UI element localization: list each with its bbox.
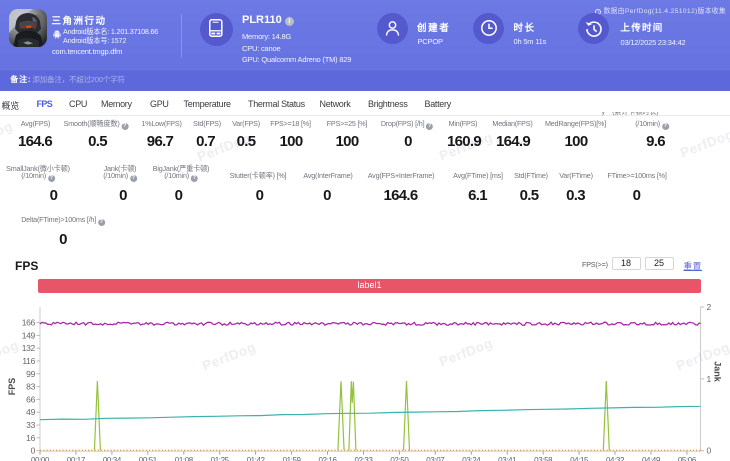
- svg-text:00:34: 00:34: [103, 456, 122, 461]
- svg-text:04:32: 04:32: [606, 456, 625, 461]
- svg-text:99: 99: [26, 369, 35, 379]
- svg-text:03:24: 03:24: [462, 456, 481, 461]
- svg-text:166: 166: [22, 318, 36, 328]
- svg-text:04:15: 04:15: [570, 456, 589, 461]
- svg-text:03:41: 03:41: [498, 456, 517, 461]
- svg-text:1: 1: [707, 374, 712, 384]
- svg-text:33: 33: [26, 420, 35, 430]
- svg-text:00:00: 00:00: [31, 456, 50, 461]
- svg-text:00:51: 00:51: [139, 456, 158, 461]
- svg-text:83: 83: [26, 382, 35, 392]
- svg-text:0: 0: [707, 446, 712, 456]
- svg-text:2: 2: [707, 302, 712, 312]
- svg-text:04:49: 04:49: [642, 456, 661, 461]
- svg-text:00:17: 00:17: [67, 456, 86, 461]
- svg-text:01:42: 01:42: [247, 456, 266, 461]
- svg-text:Jank: Jank: [713, 361, 723, 383]
- svg-text:02:50: 02:50: [390, 456, 409, 461]
- svg-text:03:07: 03:07: [426, 456, 445, 461]
- svg-text:132: 132: [22, 343, 36, 353]
- svg-text:149: 149: [22, 330, 36, 340]
- svg-text:01:25: 01:25: [211, 456, 230, 461]
- svg-text:116: 116: [22, 356, 35, 366]
- svg-text:05:06: 05:06: [678, 456, 697, 461]
- svg-text:01:08: 01:08: [175, 456, 194, 461]
- svg-text:FPS: FPS: [7, 378, 17, 396]
- svg-text:01:59: 01:59: [283, 456, 302, 461]
- svg-text:66: 66: [26, 394, 35, 404]
- svg-text:49: 49: [26, 407, 35, 417]
- svg-text:02:33: 02:33: [354, 456, 373, 461]
- svg-text:02:16: 02:16: [318, 456, 337, 461]
- svg-text:03:58: 03:58: [534, 456, 553, 461]
- svg-text:16: 16: [26, 433, 35, 443]
- svg-text:0: 0: [31, 446, 36, 456]
